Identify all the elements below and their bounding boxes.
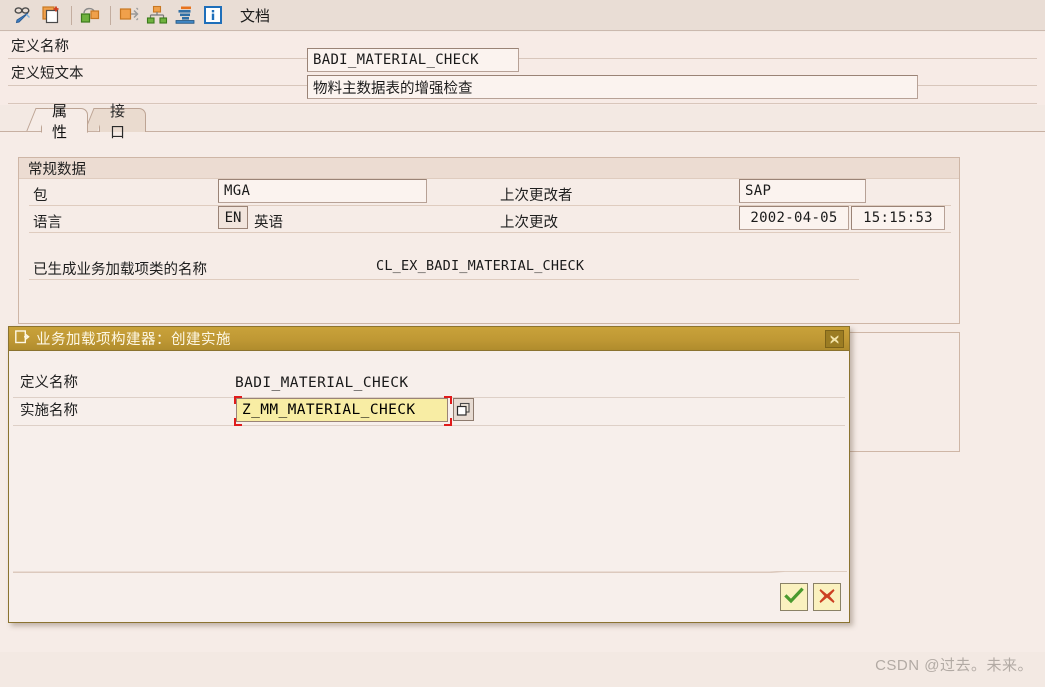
display-change-icon[interactable] [10, 2, 36, 28]
general-data-groupbox: 常规数据 包 MGA 语言 EN 英语 上次更改者 SAP 上次更改 2002-… [18, 157, 960, 324]
generated-class-label: 已生成业务加载项类的名称 [33, 262, 207, 278]
dialog-row-divider [13, 425, 845, 426]
check-icon [784, 586, 804, 609]
language-code-field[interactable]: EN [218, 206, 248, 229]
tab-interface[interactable]: 接口 [84, 103, 146, 141]
documentation-button[interactable]: 文档 [240, 5, 270, 26]
tab-interface-label: 接口 [110, 102, 126, 141]
definition-shorttext-field[interactable]: 物料主数据表的增强检查 [307, 75, 918, 99]
definition-name-field[interactable]: BADI_MATERIAL_CHECK [307, 48, 519, 72]
focus-corner-tr [444, 396, 452, 404]
sort-icon[interactable] [172, 2, 198, 28]
tab-attributes-label: 属性 [52, 102, 68, 141]
dialog-footer-separator [13, 571, 847, 573]
definition-name-label: 定义名称 [11, 38, 69, 55]
focus-corner-br [444, 418, 452, 426]
create-copy-icon[interactable] [38, 2, 64, 28]
create-implementation-dialog: 业务加载项构建器：创建实施 定义名称 BADI_MATERIAL_CHECK 实… [8, 326, 850, 623]
tab-attributes[interactable]: 属性 [26, 103, 88, 141]
implementation-name-input[interactable]: Z_MM_MATERIAL_CHECK [236, 398, 448, 422]
header-bottom-divider [8, 103, 1037, 104]
dialog-title: 业务加载项构建器：创建实施 [36, 332, 231, 348]
group-row-divider [29, 232, 951, 233]
last-changed-by-field[interactable]: SAP [739, 179, 866, 203]
dialog-definition-row: 定义名称 BADI_MATERIAL_CHECK [9, 371, 849, 397]
tab-left-edge [26, 108, 49, 131]
last-changed-by-label: 上次更改者 [500, 188, 573, 204]
dialog-definition-label: 定义名称 [20, 375, 78, 391]
close-icon[interactable] [825, 330, 844, 348]
interface-icon[interactable] [77, 2, 103, 28]
application-toolbar: 文档 [0, 0, 1045, 31]
language-label: 语言 [33, 215, 62, 231]
cancel-button[interactable] [813, 583, 841, 611]
focus-corner-tl [234, 396, 242, 404]
dialog-window-icon [15, 330, 30, 347]
last-changed-date-field[interactable]: 2002-04-05 [739, 206, 849, 230]
definition-shorttext-label: 定义短文本 [11, 65, 84, 82]
definition-header-form: 定义名称 定义短文本 BADI_MATERIAL_CHECK 物料主数据表的增强… [0, 32, 1045, 105]
where-used-icon[interactable] [116, 2, 142, 28]
language-name-text: 英语 [254, 215, 283, 231]
general-data-title: 常规数据 [19, 158, 959, 179]
hierarchy-icon[interactable] [144, 2, 170, 28]
tabstrip: 属性 接口 [0, 103, 1045, 141]
toolbar-separator [110, 5, 111, 25]
toolbar-separator [71, 5, 72, 25]
info-icon[interactable] [200, 2, 226, 28]
last-changed-label: 上次更改 [500, 215, 558, 231]
generated-class-value: CL_EX_BADI_MATERIAL_CHECK [376, 258, 585, 274]
csdn-watermark: CSDN @过去。未来。 [875, 657, 1033, 674]
focus-corner-bl [234, 418, 242, 426]
dialog-implementation-label: 实施名称 [20, 403, 78, 419]
group-row-divider [29, 279, 859, 280]
dialog-titlebar[interactable]: 业务加载项构建器：创建实施 [9, 327, 849, 351]
package-label: 包 [33, 188, 48, 204]
dialog-definition-value: BADI_MATERIAL_CHECK [235, 375, 409, 391]
last-changed-time-field[interactable]: 15:15:53 [851, 206, 945, 230]
cancel-x-icon [817, 586, 837, 609]
multi-select-icon[interactable] [453, 398, 474, 421]
package-field[interactable]: MGA [218, 179, 427, 203]
confirm-button[interactable] [780, 583, 808, 611]
